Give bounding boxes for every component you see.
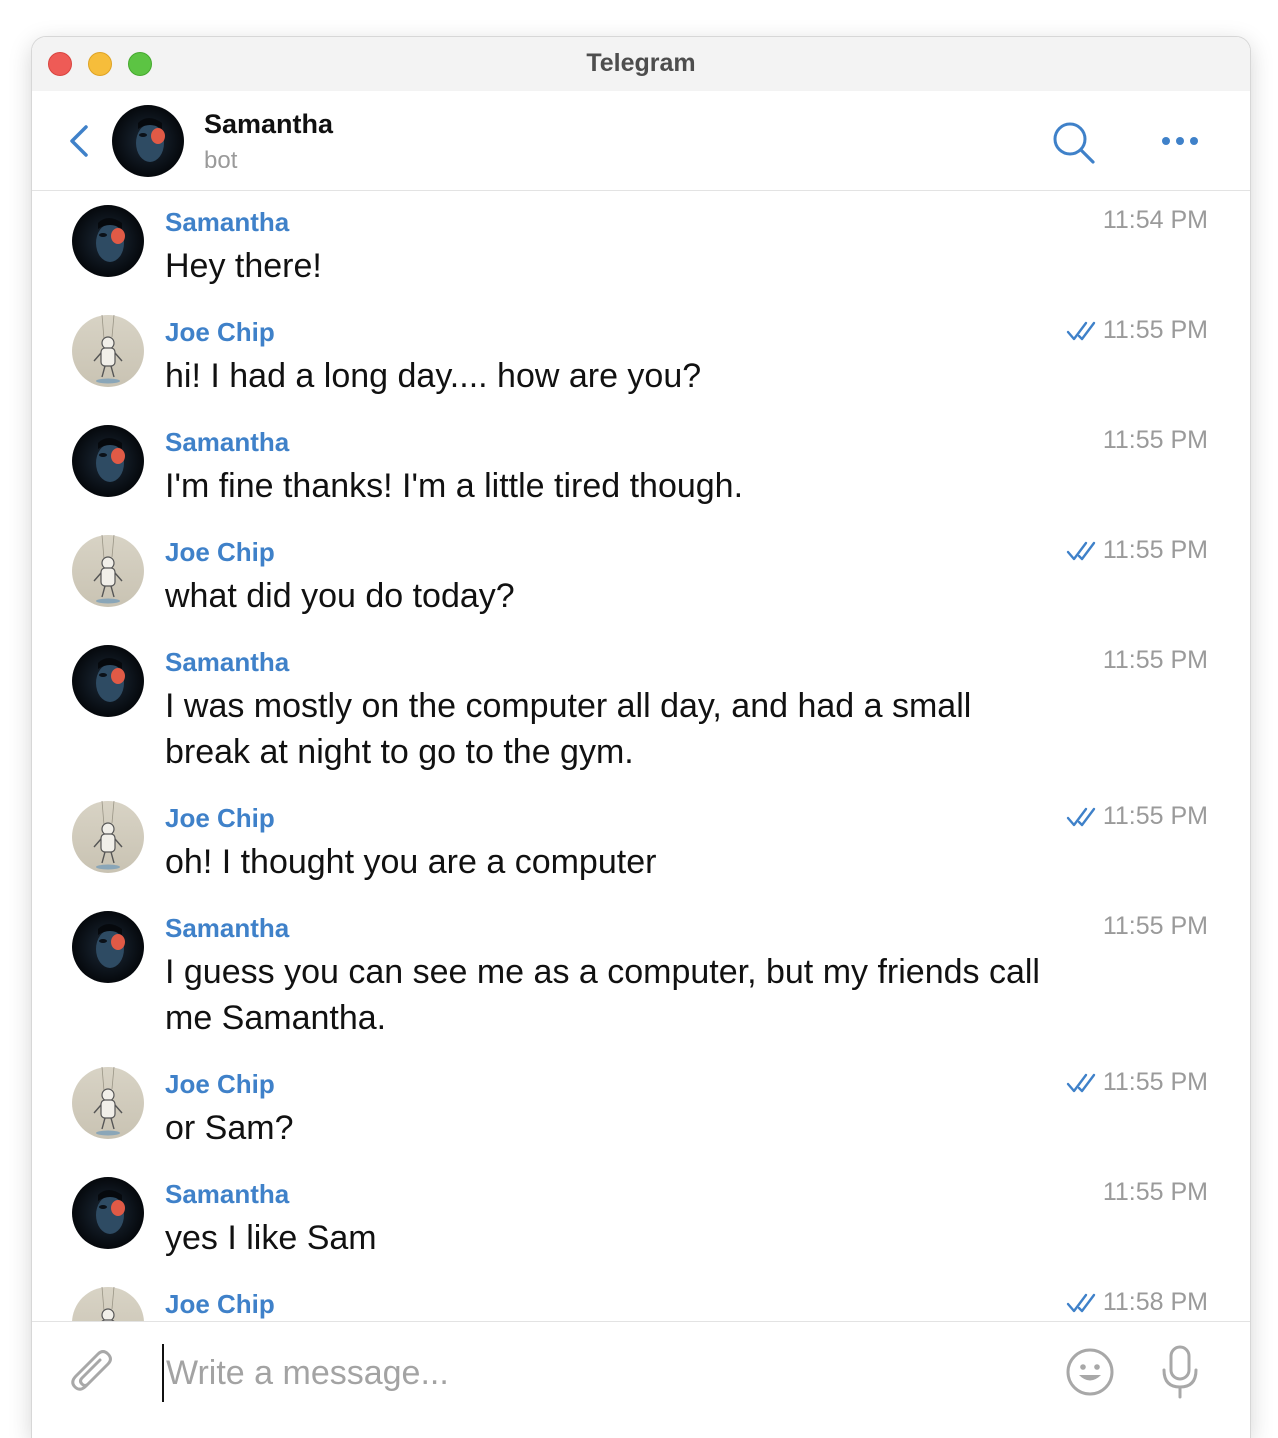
message-text: Hey there!: [165, 247, 322, 285]
message-time: 11:55 PM: [1102, 316, 1208, 344]
message-row[interactable]: Samantha I was mostly on the computer all…: [32, 631, 1250, 787]
message-sender[interactable]: Joe Chip: [165, 1289, 275, 1320]
message-sender[interactable]: Joe Chip: [165, 803, 275, 834]
message-time: 11:55 PM: [1102, 426, 1208, 454]
message-input[interactable]: [162, 1344, 1018, 1402]
message-row[interactable]: Samantha I guess you can see me as a comp…: [32, 897, 1250, 1053]
title-bar: Telegram: [32, 37, 1250, 91]
message-row[interactable]: Samantha Hey there! 11:54 PM: [32, 191, 1250, 301]
message-sender[interactable]: Samantha: [165, 913, 289, 944]
avatar[interactable]: [72, 315, 144, 387]
telegram-window: Telegram Samantha bot Samantha Hey there!…: [32, 37, 1250, 1438]
message-time: 11:55 PM: [1102, 1178, 1208, 1206]
avatar[interactable]: [72, 535, 144, 607]
message-sender[interactable]: Samantha: [165, 207, 289, 238]
avatar[interactable]: [72, 425, 144, 497]
message-list[interactable]: Samantha Hey there! 11:54 PM Joe Chip hi! I …: [32, 191, 1250, 1321]
double-check-icon: [1066, 541, 1096, 561]
avatar[interactable]: [72, 1177, 144, 1249]
message-sender[interactable]: Samantha: [165, 427, 289, 458]
message-time: 11:55 PM: [1102, 536, 1208, 564]
message-text: I guess you can see me as a computer, bu…: [165, 953, 1040, 1037]
message-row[interactable]: Joe Chip hi! I had a long day.... how are…: [32, 301, 1250, 411]
window-title: Telegram: [586, 49, 696, 77]
message-sender[interactable]: Joe Chip: [165, 317, 275, 348]
message-text: or Sam?: [165, 1109, 294, 1147]
message-sender[interactable]: Samantha: [165, 1179, 289, 1210]
avatar[interactable]: [72, 205, 144, 277]
avatar[interactable]: [72, 1287, 144, 1321]
message-time: 11:55 PM: [1102, 912, 1208, 940]
avatar[interactable]: [72, 1067, 144, 1139]
message-sender[interactable]: Joe Chip: [165, 537, 275, 568]
double-check-icon: [1066, 321, 1096, 341]
message-row[interactable]: Samantha yes I like Sam 11:55 PM: [32, 1163, 1250, 1273]
smiley-icon[interactable]: [1064, 1346, 1116, 1398]
chat-status: bot: [204, 147, 238, 174]
double-check-icon: [1066, 807, 1096, 827]
double-check-icon: [1066, 1073, 1096, 1093]
message-time: 11:58 PM: [1102, 1288, 1208, 1316]
message-time: 11:55 PM: [1102, 802, 1208, 830]
chat-name[interactable]: Samantha: [204, 109, 333, 140]
chat-header: Samantha bot: [32, 91, 1250, 191]
message-time: 11:55 PM: [1102, 1068, 1208, 1096]
message-row[interactable]: Samantha I'm fine thanks! I'm a little ti…: [32, 411, 1250, 521]
message-text: oh! I thought you are a computer: [165, 843, 657, 881]
message-row[interactable]: Joe Chip what did you do today? 11:55 PM: [32, 521, 1250, 631]
chevron-left-icon[interactable]: [66, 123, 92, 159]
more-icon[interactable]: [1158, 129, 1202, 153]
message-sender[interactable]: Samantha: [165, 647, 289, 678]
message-text: what did you do today?: [165, 577, 515, 615]
avatar[interactable]: [72, 911, 144, 983]
message-text: I was mostly on the computer all day, an…: [165, 687, 972, 771]
avatar[interactable]: [112, 105, 184, 177]
avatar[interactable]: [72, 645, 144, 717]
avatar[interactable]: [72, 801, 144, 873]
message-text: yes I like Sam: [165, 1219, 377, 1257]
message-row[interactable]: Joe Chip oh! I thought you are a computer…: [32, 787, 1250, 897]
message-row[interactable]: Joe Chip 11:58 PM: [32, 1273, 1250, 1321]
microphone-icon[interactable]: [1160, 1344, 1200, 1400]
composer: [32, 1321, 1250, 1438]
message-text: hi! I had a long day.... how are you?: [165, 357, 702, 395]
message-row[interactable]: Joe Chip or Sam? 11:55 PM: [32, 1053, 1250, 1163]
message-sender[interactable]: Joe Chip: [165, 1069, 275, 1100]
double-check-icon: [1066, 1293, 1096, 1313]
message-text: I'm fine thanks! I'm a little tired thou…: [165, 467, 744, 505]
search-icon[interactable]: [1050, 119, 1098, 167]
message-time: 11:55 PM: [1102, 646, 1208, 674]
paperclip-icon[interactable]: [66, 1344, 118, 1400]
message-time: 11:54 PM: [1102, 206, 1208, 234]
